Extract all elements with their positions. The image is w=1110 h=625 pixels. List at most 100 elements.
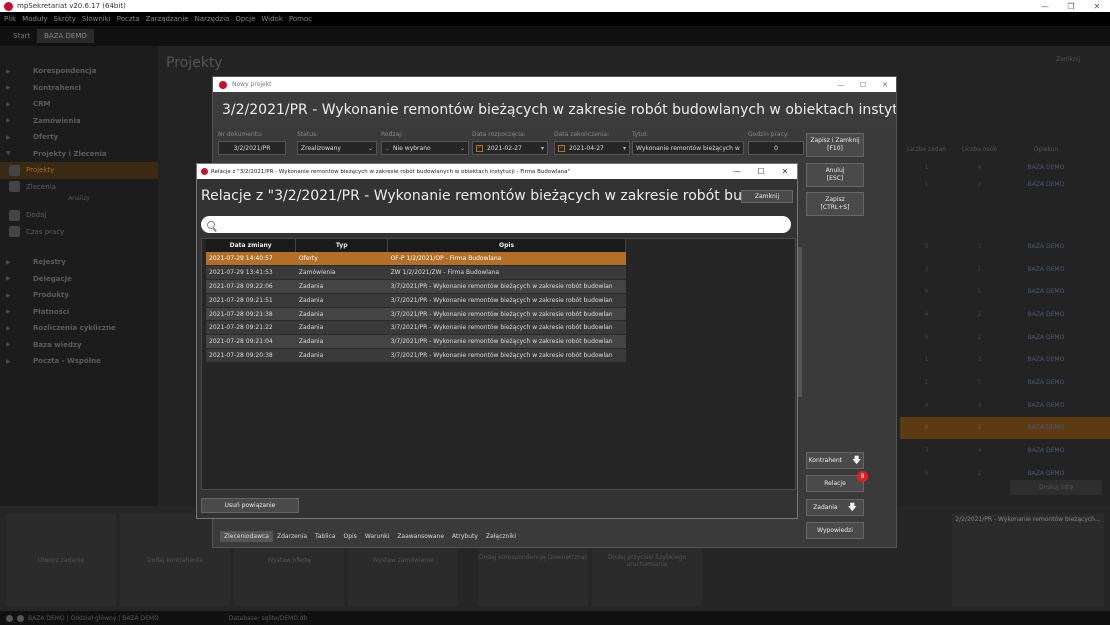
hours-input[interactable]: 0 [748,141,804,155]
menu-item[interactable]: Widok [261,15,283,23]
table-row[interactable]: 1 3 BAZA DEMO [900,349,1110,372]
table-row[interactable]: 5 2 BAZA DEMO [900,326,1110,349]
sidebar-item-dodaj[interactable]: Dodaj [0,207,158,224]
table-row[interactable]: 6 5 BAZA DEMO [900,280,1110,303]
table-row[interactable]: 1 4 BAZA DEMO [900,156,1110,179]
menu-item[interactable]: Narzędzia [195,15,230,23]
menu-item[interactable]: Moduły [22,15,47,23]
column-header[interactable]: Data zmiany [206,239,297,252]
table-row[interactable]: 2021-07-28 09:20:38 Zadania 3/7/2021/PR … [206,348,626,363]
tab-zleceniodawca[interactable]: Zleceniodawca [220,530,273,542]
column-header[interactable]: Liczba zadań [900,146,953,156]
tab-baza-demo[interactable]: BAZA DEMO [37,29,94,43]
unlink-button[interactable]: Usuń powiązanie [201,498,299,513]
maximize-button[interactable]: ☐ [852,81,874,89]
type-select[interactable]: ⌄ Nie wybrano ⌄ [381,141,469,155]
table-row[interactable]: 9 4 BAZA DEMO [900,394,1110,417]
sidebar-item-poczta-wspolne[interactable]: ▶ Poczta - Wspólne [0,353,158,370]
sidebar-item-projekty-i-zlecenia[interactable]: ▼ Projekty i Zlecenia [0,146,158,163]
sidebar-item-rozliczenia[interactable]: ▶ Rozliczenia cykliczne [0,320,158,337]
statements-button[interactable]: Wypowiedzi [806,522,864,539]
main-close-button[interactable]: Zamknij [1056,56,1080,63]
close-button[interactable]: ✕ [1084,2,1110,11]
sidebar-item-kontrahenci[interactable]: ▶ Kontrahenci [0,80,158,97]
start-date-input[interactable]: ✓ 2021-02-27 ▾ [472,141,548,155]
sidebar-item-platnosci[interactable]: ▶ Płatności [0,304,158,321]
title-input[interactable]: Wykonanie remontów bieżących w [632,141,744,155]
maximize-button[interactable]: ☐ [749,167,773,176]
menu-item[interactable]: Poczta [117,15,140,23]
sidebar-item-delegacje[interactable]: ▶ Delegacje [0,271,158,288]
table-row[interactable] [900,190,1110,213]
menu-item[interactable]: Słowniki [82,15,111,23]
sidebar-item-rejestry[interactable]: ▶ Rejestry [0,254,158,271]
scrollbar[interactable] [798,247,802,397]
menu-item[interactable]: Opcje [235,15,255,23]
table-row-selected[interactable]: 2021-07-29 14:40:57 Oferty OF-P 1/2/2021… [206,252,626,267]
calendar-dropdown-icon[interactable]: ▾ [623,145,626,152]
table-row[interactable]: 2021-07-28 09:21:38 Zadania 3/7/2021/PR … [206,307,626,322]
minimize-button[interactable]: — [725,167,749,176]
project-preview-thumbnail[interactable]: 2/2/2021/PR - Wykonanie remontów bieżący… [952,514,1104,606]
column-header[interactable]: Liczba osób [953,146,1006,156]
print-list-button[interactable]: Drukuj listę [1010,480,1102,495]
menu-item[interactable]: Plik [4,15,16,23]
table-row[interactable]: 2021-07-28 09:21:22 Zadania 3/7/2021/PR … [206,320,626,336]
save-close-button[interactable]: Zapisz i Zamknij [F10] [806,133,864,157]
checkbox-checked-icon[interactable]: ✓ [476,144,483,152]
table-row[interactable]: 3 1 BAZA DEMO [900,258,1110,281]
tab-zalaczniki[interactable]: Załączniki [482,531,520,542]
sidebar-item-korespondencja[interactable]: ▶ Korespondencja [0,63,158,80]
save-button[interactable]: Zapisz [CTRL+S] [806,192,864,216]
sidebar-item-crm[interactable]: ▶ CRM [0,96,158,113]
column-header[interactable]: Opis [387,239,626,252]
table-row[interactable]: 1 5 BAZA DEMO [900,371,1110,394]
sidebar-item-oferty[interactable]: ▶ Oferty [0,129,158,146]
column-header[interactable]: Opiekun [1006,146,1086,156]
sidebar-item-czas-pracy[interactable]: Czas pracy [0,224,158,241]
table-row[interactable]: 1 2 BAZA DEMO [900,179,1110,190]
tab-atrybuty[interactable]: Atrybuty [448,531,482,542]
quick-action-create-task[interactable]: Utwórz zadanie [6,514,116,606]
table-row[interactable]: 2021-07-29 13:41:53 Zamówienia ZW 1/2/20… [206,265,626,281]
status-select[interactable]: Zrealizowany ⌄ [297,141,377,155]
table-row[interactable]: 4 2 BAZA DEMO [900,303,1110,326]
sidebar-item-projekty[interactable]: Projekty [0,162,158,179]
checkbox-checked-icon[interactable]: ✓ [558,144,565,152]
tab-warunki[interactable]: Warunki [361,531,393,542]
calendar-dropdown-icon[interactable]: ▾ [541,145,544,152]
sidebar-item-produkty[interactable]: ▶ Produkty [0,287,158,304]
column-header[interactable]: Typ [295,239,389,252]
minimize-button[interactable]: — [1032,2,1058,11]
relations-button[interactable]: Relacje 8 [806,471,868,492]
menu-item[interactable]: Pomoc [289,15,312,23]
sidebar-item-baza-wiedzy[interactable]: ▶ Baza wiedzy [0,337,158,354]
menu-item[interactable]: Skróty [54,15,76,23]
table-row[interactable] [900,212,1110,235]
tasks-button[interactable]: Zadania 🡇 [806,499,864,516]
tab-opis[interactable]: Opis [340,531,361,542]
end-date-input[interactable]: ✓ 2021-04-27 ▾ [554,141,630,155]
cancel-button[interactable]: Anuluj [ESC] [806,163,864,187]
table-row-selected[interactable]: 6 2 BAZA DEMO [900,416,1110,440]
sidebar-item-zlecenia[interactable]: Zlecenia [0,179,158,196]
table-row[interactable]: 2021-07-28 09:21:51 Zadania 3/7/2021/PR … [206,293,626,308]
minimize-button[interactable]: — [830,81,852,89]
table-row[interactable]: 5 3 BAZA DEMO [900,235,1110,258]
table-row[interactable]: 2021-07-28 09:21:04 Zadania 3/7/2021/PR … [206,334,626,350]
contractor-button[interactable]: Kontrahent 🡇 [806,452,864,469]
menu-item[interactable]: Zarządzanie [146,15,189,23]
tab-tablica[interactable]: Tablica [311,531,339,542]
close-button[interactable]: ✕ [874,81,896,89]
close-button[interactable]: ✕ [773,167,797,176]
maximize-button[interactable]: ❐ [1058,2,1084,11]
table-row[interactable]: 2021-07-28 09:22:06 Zadania 3/7/2021/PR … [206,279,626,294]
table-row[interactable]: 3 4 BAZA DEMO [900,439,1110,462]
sidebar-item-zamowienia[interactable]: ▶ Zamówienia [0,113,158,130]
search-input[interactable] [201,216,791,233]
tab-start[interactable]: Start [6,29,37,43]
doc-no-input[interactable]: 3/2/2021/PR [218,141,286,155]
close-dialog-button[interactable]: Zamknij [741,190,793,203]
tab-zaawansowane[interactable]: Zaawansowane [393,531,448,542]
tab-zdarzenia[interactable]: Zdarzenia [273,531,311,542]
